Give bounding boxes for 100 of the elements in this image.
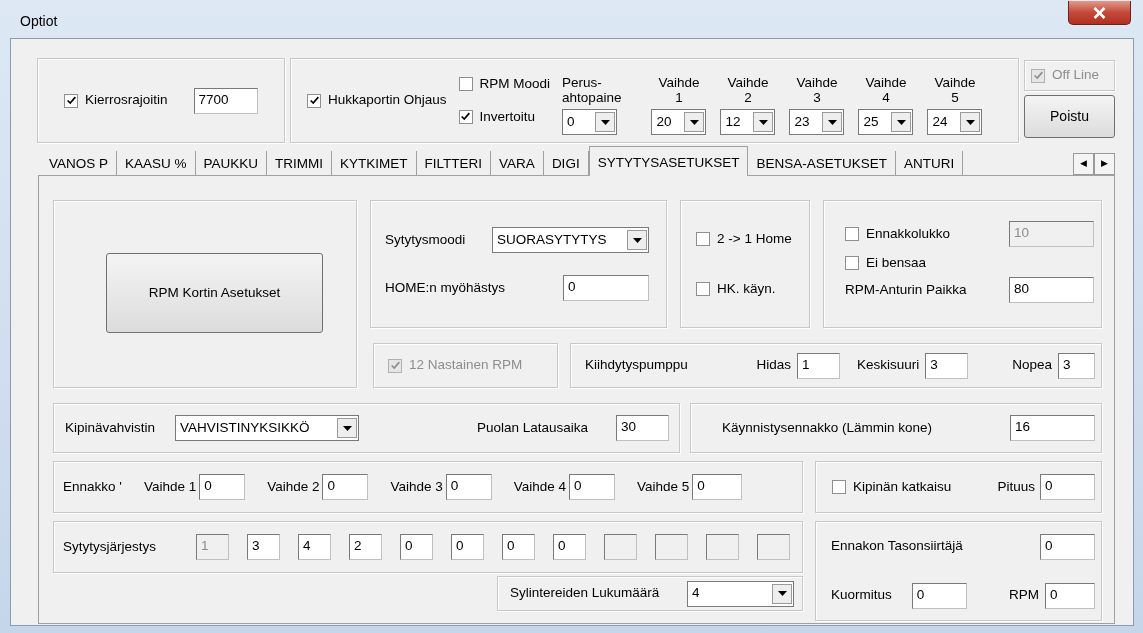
label: Hidas — [756, 356, 791, 375]
input-field[interactable]: 1 — [796, 352, 840, 379]
checkbox[interactable] — [458, 77, 473, 92]
window-title: Optiot — [20, 12, 58, 31]
input-field[interactable]: 3 — [925, 352, 969, 379]
dropdown-arrow-button[interactable] — [960, 112, 981, 132]
dropdown[interactable]: 24 — [927, 109, 983, 135]
checkbox[interactable] — [696, 231, 710, 246]
dropdown[interactable]: SUORASYTYTYS — [492, 227, 649, 253]
checkbox[interactable] — [832, 480, 846, 494]
input-field[interactable]: 0 — [563, 275, 649, 301]
input-field[interactable]: 3 — [1058, 352, 1095, 379]
input-field[interactable]: 0 — [569, 474, 616, 500]
dropdown[interactable]: 12 — [720, 109, 776, 135]
checkbox-label: Kierrosrajoitin — [85, 91, 168, 110]
dropdown-arrow-button[interactable] — [595, 112, 616, 132]
input-field[interactable]: 0 — [451, 534, 485, 560]
dropdown[interactable]: 4 — [687, 580, 794, 607]
dropdown[interactable]: 23 — [789, 109, 845, 135]
dropdown-arrow-button[interactable] — [772, 583, 792, 604]
input-field[interactable]: 0 — [1040, 533, 1095, 560]
close-button[interactable] — [1068, 1, 1131, 25]
label: Vaihde 4 — [513, 477, 567, 496]
dropdown[interactable]: VAHVISTINYKSIKKÖ — [175, 415, 360, 441]
caret-icon — [600, 119, 610, 125]
checkbox[interactable] — [696, 282, 710, 297]
input-field[interactable]: 0 — [400, 534, 434, 560]
dropdown-arrow-button[interactable] — [684, 112, 705, 132]
caret-icon — [632, 237, 642, 243]
label: Sytytysmoodi — [385, 230, 466, 249]
input-field[interactable]: 0 — [553, 534, 587, 560]
label: Vaihde 5 — [637, 477, 690, 496]
checkbox-label: Ei bensaa — [866, 254, 927, 272]
settings-button[interactable]: RPM Kortin Asetukset — [106, 253, 323, 333]
checkbox[interactable] — [307, 93, 321, 108]
scroll-left-button[interactable]: ◀ — [1073, 153, 1094, 175]
scroll-right-button[interactable]: ▶ — [1094, 153, 1115, 175]
input-field[interactable]: 0 — [445, 474, 492, 500]
input-field[interactable]: 0 — [199, 474, 246, 500]
checkbox-label: 2 -> 1 Home — [717, 229, 792, 248]
input-field[interactable]: 0 — [911, 582, 967, 609]
caret-icon — [758, 119, 768, 125]
label: HOME:n myöhästys — [385, 278, 506, 297]
input-field[interactable]: 7700 — [193, 87, 258, 114]
checkbox[interactable] — [458, 109, 473, 124]
checkbox-label: RPM Moodi — [479, 75, 551, 94]
input-field[interactable]: 0 — [322, 474, 369, 500]
checkbox-label: Hukkaportin Ohjaus — [328, 91, 447, 110]
input-field[interactable]: 30 — [616, 415, 669, 441]
caret-icon — [777, 591, 787, 596]
caret-icon — [827, 119, 837, 125]
dropdown[interactable]: 25 — [858, 109, 914, 135]
input-field[interactable]: 0 — [692, 474, 743, 500]
label: Sytytysjärjestys — [63, 537, 157, 556]
input-field[interactable]: 2 — [349, 534, 383, 560]
input-field[interactable]: 0 — [502, 534, 536, 560]
dropdown-arrow-button[interactable] — [891, 112, 912, 132]
checkbox-label: 12 Nastainen RPM — [409, 356, 523, 375]
label: Vaihde 3 — [796, 75, 838, 105]
checkbox[interactable] — [845, 256, 859, 271]
label: Vaihde 3 — [390, 477, 443, 496]
input-field[interactable]: 0 — [1045, 582, 1095, 609]
label: Pituus — [997, 477, 1035, 496]
label: Vaihde 5 — [934, 75, 976, 105]
input-field[interactable]: 16 — [1010, 415, 1095, 441]
exit-button[interactable]: Poistu — [1024, 95, 1115, 138]
dropdown[interactable]: 20 — [651, 109, 707, 135]
checkbox-label: Ennakkolukko — [866, 224, 951, 243]
label: Sylintereiden Lukumäärä — [510, 584, 660, 603]
checkbox-label: HK. käyn. — [717, 280, 776, 298]
label: Ennakko ' — [63, 477, 122, 496]
label: Käynnistysennakko (Lämmin kone) — [722, 418, 933, 437]
label: Kipinävahvistin — [65, 418, 156, 437]
dropdown-arrow-button[interactable] — [627, 230, 647, 250]
label: Vaihde 1 — [658, 75, 700, 105]
label: Keskisuuri — [856, 356, 920, 375]
checkbox[interactable] — [64, 93, 78, 108]
label: Vaihde 4 — [865, 75, 907, 105]
label: Vaihde 2 — [267, 477, 320, 496]
dropdown-arrow-button[interactable] — [822, 112, 843, 132]
dropdown-arrow-button[interactable] — [753, 112, 774, 132]
label: Vaihde 2 — [727, 75, 769, 105]
checkbox-label: Invertoitu — [479, 107, 536, 126]
dropdown-arrow-button[interactable] — [337, 418, 358, 438]
tab[interactable]: SYTYTYSASETUKSET — [588, 146, 749, 176]
caret-icon — [965, 119, 975, 125]
caret-icon — [342, 425, 352, 431]
label: Perus- ahtopaine — [562, 75, 622, 105]
checkbox-label: Off Line — [1052, 66, 1100, 85]
label: Nopea — [1012, 356, 1052, 375]
caret-icon — [896, 119, 906, 125]
input-field[interactable]: 0 — [1040, 474, 1095, 500]
label: RPM — [1009, 586, 1039, 605]
dropdown[interactable]: 0 — [562, 109, 618, 135]
input-field[interactable]: 4 — [298, 534, 332, 560]
input-field[interactable]: 80 — [1009, 277, 1094, 304]
input-field[interactable]: 3 — [247, 534, 281, 560]
label: RPM-Anturin Paikka — [845, 281, 967, 300]
checkbox[interactable] — [845, 227, 859, 241]
label: Kiihdytyspumppu — [585, 356, 688, 375]
